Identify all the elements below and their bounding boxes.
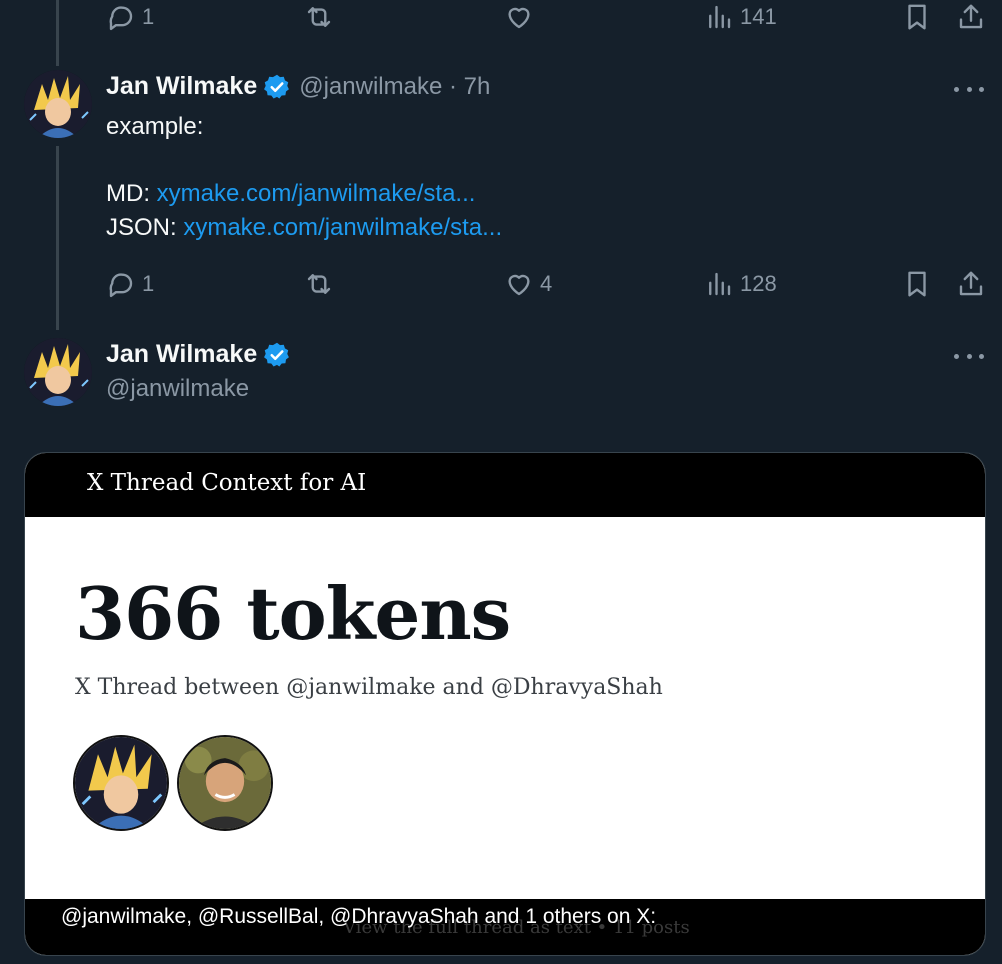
share-button[interactable] — [956, 0, 986, 34]
like-icon — [508, 274, 530, 296]
verified-icon — [264, 74, 290, 99]
post-header: Jan Wilmake — [106, 340, 299, 369]
like-count: 4 — [540, 271, 553, 296]
reply-button[interactable]: 1 — [106, 267, 154, 301]
card-footer-bar: View the full thread as text • 11 posts … — [25, 899, 985, 955]
like-icon — [508, 7, 530, 29]
avatar-image — [24, 70, 92, 138]
verified-icon — [264, 342, 290, 367]
views-button[interactable]: 128 — [704, 267, 777, 301]
previous-post-actions: 1 141 — [0, 0, 1002, 34]
participant-avatar-image — [179, 737, 271, 829]
participant-avatar — [177, 735, 273, 831]
share-button[interactable] — [956, 267, 986, 301]
views-count: 141 — [740, 4, 777, 29]
repost-button[interactable] — [304, 0, 340, 34]
reply-count: 1 — [142, 271, 155, 296]
card-subtitle: X Thread between @janwilmake and @Dhravy… — [75, 675, 663, 700]
post-text-line: example: — [106, 113, 204, 140]
participant-avatar — [73, 735, 169, 831]
token-count: 366 tokens — [75, 571, 511, 656]
views-button[interactable]: 141 — [704, 0, 777, 34]
card-header-title: X Thread Context for AI — [87, 470, 367, 496]
repost-button[interactable] — [304, 267, 340, 301]
json-label: JSON: — [106, 214, 184, 241]
author-avatar[interactable] — [24, 338, 92, 406]
share-icon — [959, 271, 983, 296]
bookmark-icon — [908, 271, 926, 297]
thread-view: 1 141 Jan Wilmake @janwilmake · 7h examp… — [0, 0, 1002, 964]
json-link[interactable]: xymake.com/janwilmake/sta... — [183, 214, 502, 241]
more-options-button[interactable] — [954, 346, 984, 366]
like-button[interactable] — [504, 0, 540, 34]
author-name[interactable]: Jan Wilmake — [106, 72, 257, 101]
reply-icon — [109, 6, 133, 31]
reply-icon — [109, 273, 133, 298]
repost-icon — [307, 7, 331, 27]
md-link[interactable]: xymake.com/janwilmake/sta... — [157, 180, 476, 207]
views-count: 128 — [740, 271, 777, 296]
repost-icon — [307, 274, 331, 294]
card-header-bar: X Thread Context for AI — [25, 453, 985, 517]
views-icon — [709, 5, 731, 29]
author-handle[interactable]: @janwilmake — [106, 375, 249, 403]
views-icon — [709, 272, 731, 296]
author-name[interactable]: Jan Wilmake — [106, 340, 257, 369]
bookmark-icon — [908, 4, 926, 30]
bookmark-button[interactable] — [902, 267, 932, 301]
more-icon — [954, 86, 959, 92]
author-handle-time[interactable]: @janwilmake · 7h — [299, 73, 490, 101]
author-avatar[interactable] — [24, 70, 92, 138]
like-button[interactable]: 4 — [504, 267, 552, 301]
thread-connector — [56, 146, 59, 330]
post-header: Jan Wilmake @janwilmake · 7h — [106, 72, 490, 101]
card-footer-caption: @janwilmake, @RussellBal, @DhravyaShah a… — [61, 905, 657, 928]
share-icon — [959, 4, 983, 29]
more-icon — [954, 353, 959, 359]
participant-avatar-image — [75, 737, 167, 829]
json-link-line: JSON: xymake.com/janwilmake/sta... — [106, 211, 502, 245]
bookmark-button[interactable] — [902, 0, 932, 34]
reply-button[interactable]: 1 — [106, 0, 154, 34]
md-link-line: MD: xymake.com/janwilmake/sta... — [106, 177, 475, 211]
md-label: MD: — [106, 180, 157, 207]
post-text: example: — [106, 110, 203, 144]
post-actions: 1 4 128 — [0, 267, 1002, 301]
link-preview-card[interactable]: X Thread Context for AI 366 tokens X Thr… — [24, 452, 986, 956]
reply-count: 1 — [142, 4, 155, 29]
more-options-button[interactable] — [954, 79, 984, 99]
avatar-image — [24, 338, 92, 406]
